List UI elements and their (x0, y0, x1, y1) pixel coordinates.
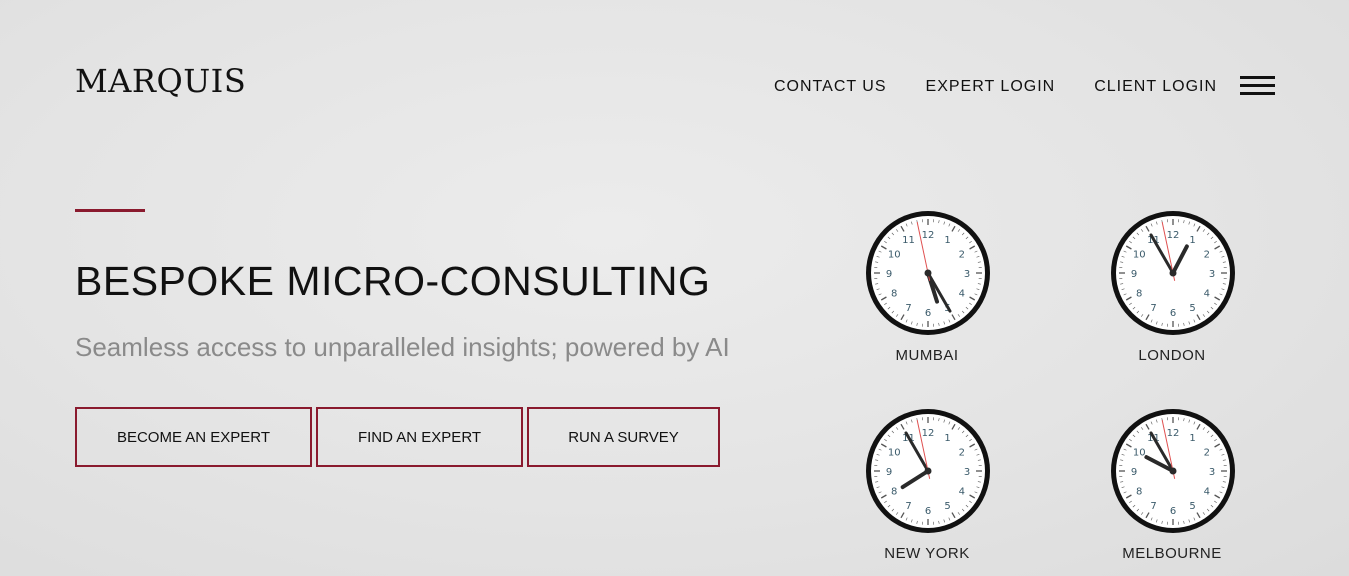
clock-numeral: 6 (1170, 308, 1176, 319)
clock-face-icon: 123456789101112 (1111, 211, 1235, 335)
clock-numeral: 7 (1150, 501, 1156, 512)
clock-numeral: 10 (888, 250, 901, 261)
clock-numeral: 12 (922, 428, 935, 439)
clock-center-pin (924, 467, 932, 475)
clock-label-melbourne: MELBOURNE (1122, 545, 1222, 562)
clock-numeral: 5 (944, 501, 950, 512)
clock-center-pin (1169, 269, 1177, 277)
clock-numeral: 12 (1167, 428, 1180, 439)
accent-line (75, 209, 145, 212)
nav-contact-us[interactable]: CONTACT US (774, 78, 887, 96)
clock-numeral: 1 (944, 433, 950, 444)
clock-numeral: 1 (1189, 433, 1195, 444)
clock-numeral: 6 (925, 506, 931, 517)
clock-numeral: 11 (902, 235, 915, 246)
clock-numeral: 12 (1167, 230, 1180, 241)
clock-numeral: 9 (1131, 467, 1137, 478)
clock-numeral: 7 (905, 303, 911, 314)
clock-numeral: 9 (1131, 269, 1137, 280)
clock-numeral: 2 (1204, 250, 1210, 261)
clock-numeral: 12 (922, 230, 935, 241)
run-a-survey-button[interactable]: RUN A SURVEY (527, 407, 720, 467)
find-an-expert-button[interactable]: FIND AN EXPERT (316, 407, 523, 467)
clock-numeral: 7 (905, 501, 911, 512)
become-an-expert-button[interactable]: BECOME AN EXPERT (75, 407, 312, 467)
clock-numeral: 10 (888, 448, 901, 459)
clock-melbourne: 123456789101112 (1108, 406, 1238, 536)
hero-title: BESPOKE MICRO-CONSULTING (75, 258, 711, 304)
clock-numeral: 8 (1136, 487, 1142, 498)
clock-numeral: 4 (959, 487, 965, 498)
clock-numeral: 5 (1189, 501, 1195, 512)
clock-numeral: 1 (944, 235, 950, 246)
clock-label-mumbai: MUMBAI (895, 347, 959, 364)
nav-client-login[interactable]: CLIENT LOGIN (1094, 78, 1217, 96)
clock-center-pin (1169, 467, 1177, 475)
clock-numeral: 8 (891, 289, 897, 300)
clock-numeral: 4 (1204, 289, 1210, 300)
clock-london: 123456789101112 (1108, 208, 1238, 338)
clock-numeral: 3 (964, 269, 970, 280)
clock-center-pin (924, 269, 932, 277)
clock-numeral: 10 (1133, 448, 1146, 459)
clock-numeral: 6 (925, 308, 931, 319)
clock-face-icon: 123456789101112 (866, 211, 990, 335)
clock-numeral: 1 (1189, 235, 1195, 246)
clock-numeral: 9 (886, 269, 892, 280)
nav-expert-login[interactable]: EXPERT LOGIN (926, 78, 1056, 96)
clock-numeral: 4 (1204, 487, 1210, 498)
clock-numeral: 2 (1204, 448, 1210, 459)
clock-face-icon: 123456789101112 (866, 409, 990, 533)
clock-numeral: 10 (1133, 250, 1146, 261)
brand-logo[interactable]: MARQUIS (75, 62, 246, 100)
clock-numeral: 5 (1189, 303, 1195, 314)
top-nav: CONTACT US EXPERT LOGIN CLIENT LOGIN (774, 78, 1256, 96)
clock-numeral: 8 (891, 487, 897, 498)
clock-numeral: 3 (1209, 467, 1215, 478)
clock-numeral: 7 (1150, 303, 1156, 314)
clock-face-icon: 123456789101112 (1111, 409, 1235, 533)
clock-numeral: 3 (1209, 269, 1215, 280)
clock-numeral: 2 (959, 250, 965, 261)
hamburger-menu-icon[interactable] (1240, 76, 1275, 96)
clock-numeral: 2 (959, 448, 965, 459)
clock-new-york: 123456789101112 (863, 406, 993, 536)
clock-numeral: 4 (959, 289, 965, 300)
clock-mumbai: 123456789101112 (863, 208, 993, 338)
clock-numeral: 9 (886, 467, 892, 478)
clock-numeral: 8 (1136, 289, 1142, 300)
clock-label-london: LONDON (1138, 347, 1206, 364)
clock-label-new-york: NEW YORK (884, 545, 970, 562)
clock-numeral: 3 (964, 467, 970, 478)
clock-numeral: 6 (1170, 506, 1176, 517)
hero-subtitle: Seamless access to unparalleled insights… (75, 332, 730, 362)
